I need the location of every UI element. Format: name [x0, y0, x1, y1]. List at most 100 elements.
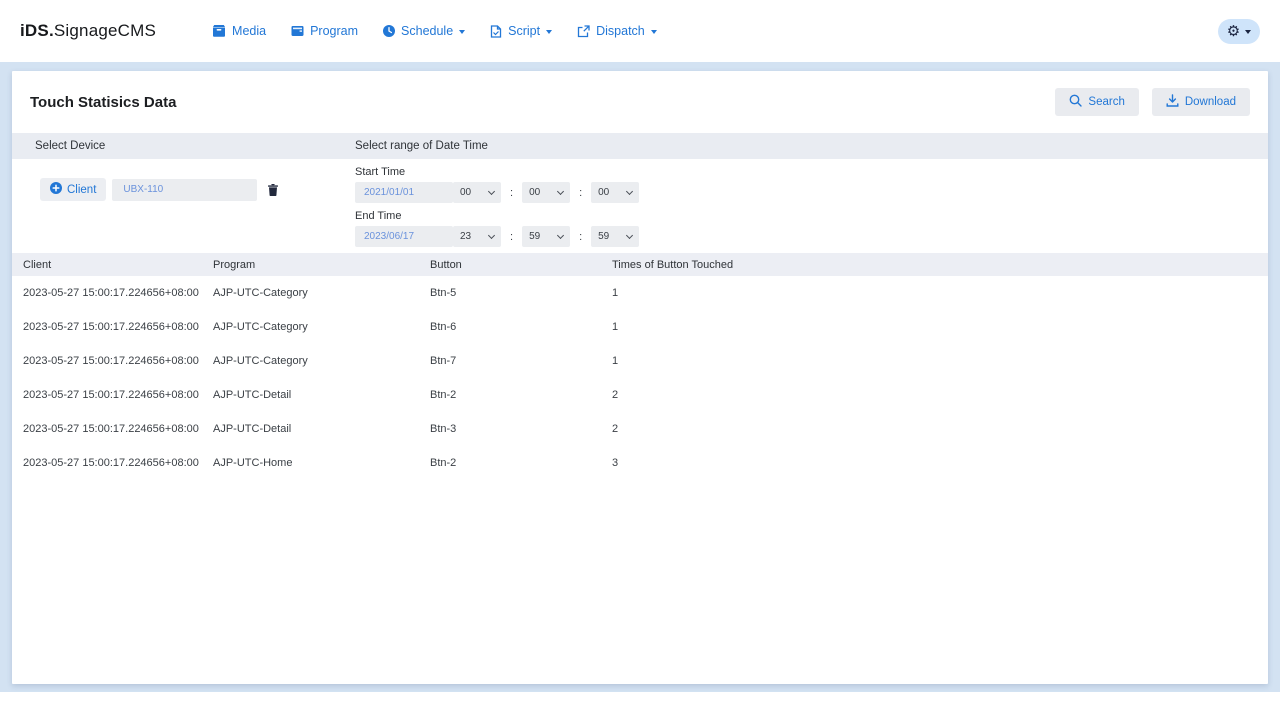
- end-minute-select[interactable]: 59: [522, 226, 570, 247]
- download-button-label: Download: [1185, 96, 1236, 108]
- table-row: 2023-05-27 15:00:17.224656+08:00AJP-UTC-…: [12, 344, 1268, 378]
- time-separator: :: [579, 187, 582, 199]
- column-header-program: Program: [213, 259, 430, 271]
- cell-program: AJP-UTC-Home: [213, 457, 430, 469]
- cell-program: AJP-UTC-Category: [213, 355, 430, 367]
- end-second-select[interactable]: 59: [591, 226, 639, 247]
- client-button-label: Client: [67, 184, 96, 196]
- chevron-down-icon: [1245, 30, 1251, 34]
- end-date-field[interactable]: 2023/06/17: [355, 226, 453, 247]
- cell-times: 2: [612, 389, 1268, 401]
- time-separator: :: [510, 187, 513, 199]
- program-icon: [291, 25, 304, 37]
- brand-bold: iDS.: [20, 21, 54, 40]
- cell-button: Btn-3: [430, 423, 612, 435]
- main-nav: Media Program Schedule Script: [212, 24, 657, 38]
- cell-button: Btn-5: [430, 287, 612, 299]
- table-header-row: Client Program Button Times of Button To…: [12, 253, 1268, 276]
- chevron-down-icon: [488, 232, 495, 239]
- cell-button: Btn-2: [430, 389, 612, 401]
- cell-client: 2023-05-27 15:00:17.224656+08:00: [23, 321, 213, 333]
- table-row: 2023-05-27 15:00:17.224656+08:00AJP-UTC-…: [12, 310, 1268, 344]
- download-icon: [1166, 94, 1179, 110]
- end-time-row: 2023/06/17 23 : 59 : 59: [355, 226, 639, 247]
- filter-controls: Client UBX-110 Start Time 2021/01/01 00 …: [12, 159, 1268, 253]
- table-row: 2023-05-27 15:00:17.224656+08:00AJP-UTC-…: [12, 412, 1268, 446]
- end-hour-select[interactable]: 23: [453, 226, 501, 247]
- cell-button: Btn-2: [430, 457, 612, 469]
- brand-logo: iDS.SignageCMS: [20, 21, 156, 41]
- cell-client: 2023-05-27 15:00:17.224656+08:00: [23, 389, 213, 401]
- trash-icon: [268, 184, 278, 196]
- column-header-client: Client: [23, 259, 213, 271]
- start-time-label: Start Time: [355, 166, 639, 178]
- table-row: 2023-05-27 15:00:17.224656+08:00AJP-UTC-…: [12, 276, 1268, 310]
- dispatch-icon: [577, 25, 590, 38]
- chevron-down-icon: [488, 188, 495, 195]
- script-icon: [490, 25, 502, 38]
- start-minute-select[interactable]: 00: [522, 182, 570, 203]
- device-name-field[interactable]: UBX-110: [112, 179, 257, 201]
- cell-program: AJP-UTC-Detail: [213, 423, 430, 435]
- chevron-down-icon: [557, 188, 564, 195]
- settings-menu-button[interactable]: ⚙: [1218, 19, 1260, 44]
- cell-program: AJP-UTC-Category: [213, 321, 430, 333]
- delete-device-button[interactable]: [268, 184, 278, 196]
- cell-times: 1: [612, 355, 1268, 367]
- search-button[interactable]: Search: [1055, 88, 1138, 116]
- nav-item-script[interactable]: Script: [490, 24, 552, 38]
- brand-rest: SignageCMS: [54, 21, 156, 40]
- cell-times: 2: [612, 423, 1268, 435]
- content-panel: Touch Statisics Data Search Download Sel…: [12, 71, 1268, 684]
- schedule-icon: [383, 25, 395, 37]
- nav-item-media[interactable]: Media: [212, 24, 266, 38]
- cell-program: AJP-UTC-Category: [213, 287, 430, 299]
- chevron-down-icon: [557, 232, 564, 239]
- cell-program: AJP-UTC-Detail: [213, 389, 430, 401]
- nav-item-program[interactable]: Program: [291, 24, 358, 38]
- cell-button: Btn-6: [430, 321, 612, 333]
- chevron-down-icon: [626, 232, 633, 239]
- chevron-down-icon: [459, 30, 465, 34]
- date-range-heading: Select range of Date Time: [355, 133, 488, 159]
- column-header-button: Button: [430, 259, 612, 271]
- add-client-button[interactable]: Client: [40, 178, 106, 201]
- media-icon: [212, 25, 226, 37]
- start-time-row: 2021/01/01 00 : 00 : 00: [355, 182, 639, 203]
- cell-client: 2023-05-27 15:00:17.224656+08:00: [23, 423, 213, 435]
- device-controls: Client UBX-110: [40, 178, 278, 201]
- download-button[interactable]: Download: [1152, 88, 1250, 116]
- column-header-times: Times of Button Touched: [612, 259, 1268, 271]
- table-row: 2023-05-27 15:00:17.224656+08:00AJP-UTC-…: [12, 378, 1268, 412]
- gear-icon: ⚙: [1227, 24, 1240, 39]
- start-hour-select[interactable]: 00: [453, 182, 501, 203]
- nav-item-schedule[interactable]: Schedule: [383, 24, 465, 38]
- plus-circle-icon: [50, 182, 62, 197]
- chevron-down-icon: [651, 30, 657, 34]
- nav-item-label: Program: [310, 24, 358, 38]
- nav-item-label: Dispatch: [596, 24, 645, 38]
- filter-section-header: Select Device Select range of Date Time: [12, 133, 1268, 159]
- time-separator: :: [510, 231, 513, 243]
- cell-client: 2023-05-27 15:00:17.224656+08:00: [23, 287, 213, 299]
- cell-client: 2023-05-27 15:00:17.224656+08:00: [23, 457, 213, 469]
- nav-item-dispatch[interactable]: Dispatch: [577, 24, 657, 38]
- chevron-down-icon: [626, 188, 633, 195]
- search-icon: [1069, 94, 1082, 110]
- table-body: 2023-05-27 15:00:17.224656+08:00AJP-UTC-…: [12, 276, 1268, 480]
- cell-button: Btn-7: [430, 355, 612, 367]
- nav-item-label: Media: [232, 24, 266, 38]
- cell-times: 1: [612, 287, 1268, 299]
- select-device-heading: Select Device: [35, 133, 105, 159]
- panel-actions: Search Download: [1055, 88, 1250, 116]
- start-second-select[interactable]: 00: [591, 182, 639, 203]
- start-date-field[interactable]: 2021/01/01: [355, 182, 453, 203]
- end-time-label: End Time: [355, 210, 639, 222]
- chevron-down-icon: [546, 30, 552, 34]
- table-row: 2023-05-27 15:00:17.224656+08:00AJP-UTC-…: [12, 446, 1268, 480]
- cell-times: 1: [612, 321, 1268, 333]
- cell-client: 2023-05-27 15:00:17.224656+08:00: [23, 355, 213, 367]
- top-navigation-bar: iDS.SignageCMS Media Program Schedule: [0, 0, 1280, 62]
- time-separator: :: [579, 231, 582, 243]
- search-button-label: Search: [1088, 96, 1124, 108]
